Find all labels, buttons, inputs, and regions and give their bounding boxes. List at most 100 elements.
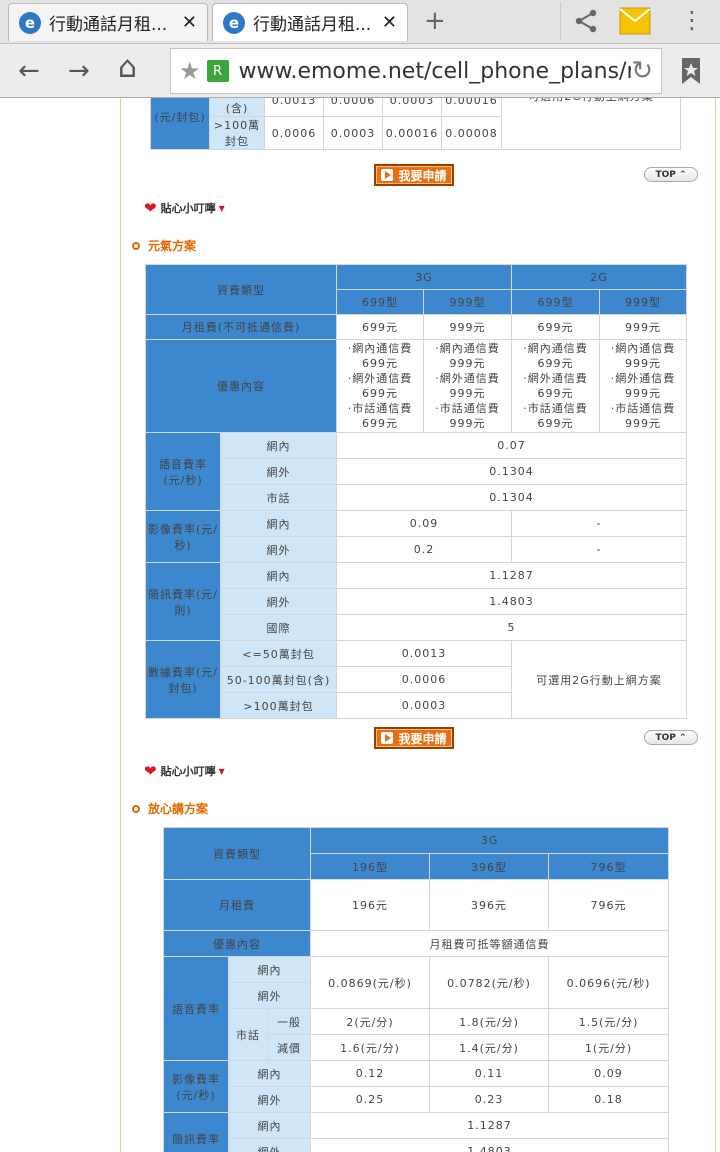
share-icon: [575, 9, 596, 33]
rate-cell: -: [511, 510, 687, 537]
heart-icon: ❤: [144, 762, 157, 780]
home-button[interactable]: ⌂: [118, 50, 137, 85]
ie-icon: e: [19, 11, 41, 34]
rate-cell: 0.09: [548, 1060, 669, 1087]
bookmarks-icon[interactable]: [678, 56, 704, 86]
sub-label: 網外: [220, 588, 337, 615]
url-field[interactable]: ★ R www.emome.net/cell_phone_plans/mc ↻: [170, 48, 662, 94]
back-to-top-button[interactable]: TOP ⌃: [644, 730, 698, 745]
sub-label: 減價: [267, 1034, 311, 1061]
browser-tab-1[interactable]: e 行動通話月租... ✕: [8, 3, 208, 41]
model-header: 699型: [336, 289, 424, 315]
back-button[interactable]: ←: [18, 56, 40, 86]
video-rate-label: 影像費率 (元/秒): [163, 1060, 229, 1113]
plan-type-header: 資費類型: [145, 264, 337, 315]
rate-note: 可選用2G行動上網方案: [501, 98, 681, 150]
rate-cell: 0.0006: [336, 666, 512, 693]
mail-icon[interactable]: [618, 6, 652, 36]
apply-label: 我要申請: [398, 168, 447, 183]
rate-cell: 0.25: [310, 1086, 430, 1113]
rate-cell: 1(元/分): [548, 1034, 669, 1061]
rate-cell: 0.07: [336, 432, 687, 459]
menu-button[interactable]: ⋮: [680, 6, 704, 34]
sub-label: >100萬封包: [220, 692, 337, 719]
tips-heading[interactable]: ❤ 貼心小叮嚀 ▼: [144, 762, 225, 780]
sub-label: 網外: [228, 1138, 311, 1152]
sub-label: 網內: [220, 510, 337, 537]
close-tab-icon[interactable]: ✕: [182, 12, 197, 33]
browser-tab-2[interactable]: e 行動通話月租... ✕: [212, 3, 408, 41]
tips-label: 貼心小叮嚀: [160, 202, 216, 215]
rate-cell: 0.0006: [323, 98, 383, 117]
rate-cell: 0.2: [336, 536, 512, 563]
benefit-cell: ‧網內通信費 699元 ‧網外通信費 699元 ‧市話通信費 699元: [336, 339, 424, 433]
sub-label: 網內: [228, 1060, 311, 1087]
ie-icon: e: [223, 11, 245, 34]
top-label: TOP: [655, 169, 676, 180]
close-tab-icon[interactable]: ✕: [382, 12, 397, 33]
rate-cell: 0.0013: [336, 640, 512, 667]
page-content: (元/封包) 萬封包(含) 0.0013 0.0006 0.0003 0.000…: [0, 98, 720, 1152]
up-arrow-icon: ⌃: [678, 169, 687, 180]
rate-cell: 0.1304: [336, 458, 687, 485]
rate-label: (元/封包): [150, 98, 210, 150]
rate-cell: 1.8(元/分): [429, 1008, 549, 1035]
plan2-rate-table: 資費類型 3G 196型 396型 796型 月租費 196元 396元 796…: [163, 827, 669, 1152]
rate-cell: 1.1287: [336, 562, 687, 589]
site-badge-icon: R: [206, 60, 229, 82]
bookmark-star-icon[interactable]: ★: [179, 57, 201, 85]
fee-cell: 396元: [429, 879, 549, 931]
fee-cell: 999元: [423, 314, 512, 340]
rate-cell: 2(元/分): [310, 1008, 430, 1035]
apply-button[interactable]: 我要申請: [374, 164, 454, 186]
reload-icon[interactable]: ↻: [631, 56, 653, 86]
rate-cell: 0.0003: [382, 98, 442, 117]
sub-label: 市話: [220, 484, 337, 511]
rate-cell: 0.11: [429, 1060, 549, 1087]
data-rate-label: 數據費率(元/ 封包): [145, 640, 221, 719]
sub-label: 市話: [228, 1008, 268, 1061]
sub-label: 網外: [220, 458, 337, 485]
address-toolbar: ← → ⌂ ★ R www.emome.net/cell_phone_plans…: [0, 44, 720, 98]
play-icon: [381, 732, 394, 744]
rate-cell: 0.00016: [382, 116, 442, 150]
url-text[interactable]: www.emome.net/cell_phone_plans/mc: [239, 59, 632, 84]
sub-label: 網外: [228, 982, 311, 1009]
share-button[interactable]: [560, 2, 610, 40]
apply-button[interactable]: 我要申請: [374, 727, 454, 749]
play-icon: [381, 169, 394, 181]
up-arrow-icon: ⌃: [678, 732, 687, 743]
back-to-top-button[interactable]: TOP ⌃: [644, 167, 698, 182]
fee-cell: 196元: [310, 879, 430, 931]
circle-bullet-icon: [132, 804, 140, 813]
rate-cell: 1.1287: [310, 1112, 669, 1139]
model-header: 699型: [511, 289, 600, 315]
tips-heading[interactable]: ❤ 貼心小叮嚀 ▼: [144, 199, 225, 217]
model-header: 999型: [423, 289, 512, 315]
rate-cell: 0.0782(元/秒): [429, 956, 549, 1009]
rate-cell: 0.0013: [264, 98, 324, 117]
plan1-rate-table: 資費類型 3G 2G 699型 999型 699型 999型 月租費(不可抵通信…: [145, 264, 687, 719]
3g-header: 3G: [336, 264, 512, 290]
sub-label: 網內: [228, 956, 311, 983]
monthly-fee-label: 月租費: [163, 879, 311, 931]
tier-label: 萬封包(含): [209, 98, 265, 117]
model-header: 999型: [599, 289, 687, 315]
fee-cell: 699元: [511, 314, 600, 340]
sub-label: 50-100萬封包(含): [220, 666, 337, 693]
rate-cell: 0.09: [336, 510, 512, 537]
new-tab-button[interactable]: +: [424, 6, 446, 36]
model-header: 396型: [429, 853, 549, 880]
fee-cell: 796元: [548, 879, 669, 931]
rate-cell: 0.0003: [336, 692, 512, 719]
heart-icon: ❤: [144, 199, 157, 217]
rate-cell: 0.0003: [323, 116, 383, 150]
section-title-plan1: 元氣方案: [132, 237, 196, 254]
tab-title: 行動通話月租...: [253, 15, 372, 35]
forward-button[interactable]: →: [68, 56, 90, 86]
monthly-fee-label: 月租費(不可抵通信費): [145, 314, 337, 340]
data-rate-table-partial: (元/封包) 萬封包(含) 0.0013 0.0006 0.0003 0.000…: [150, 98, 681, 150]
rate-cell: 1.4803: [336, 588, 687, 615]
section-title-text: 元氣方案: [148, 239, 197, 253]
apply-label: 我要申請: [398, 731, 447, 746]
